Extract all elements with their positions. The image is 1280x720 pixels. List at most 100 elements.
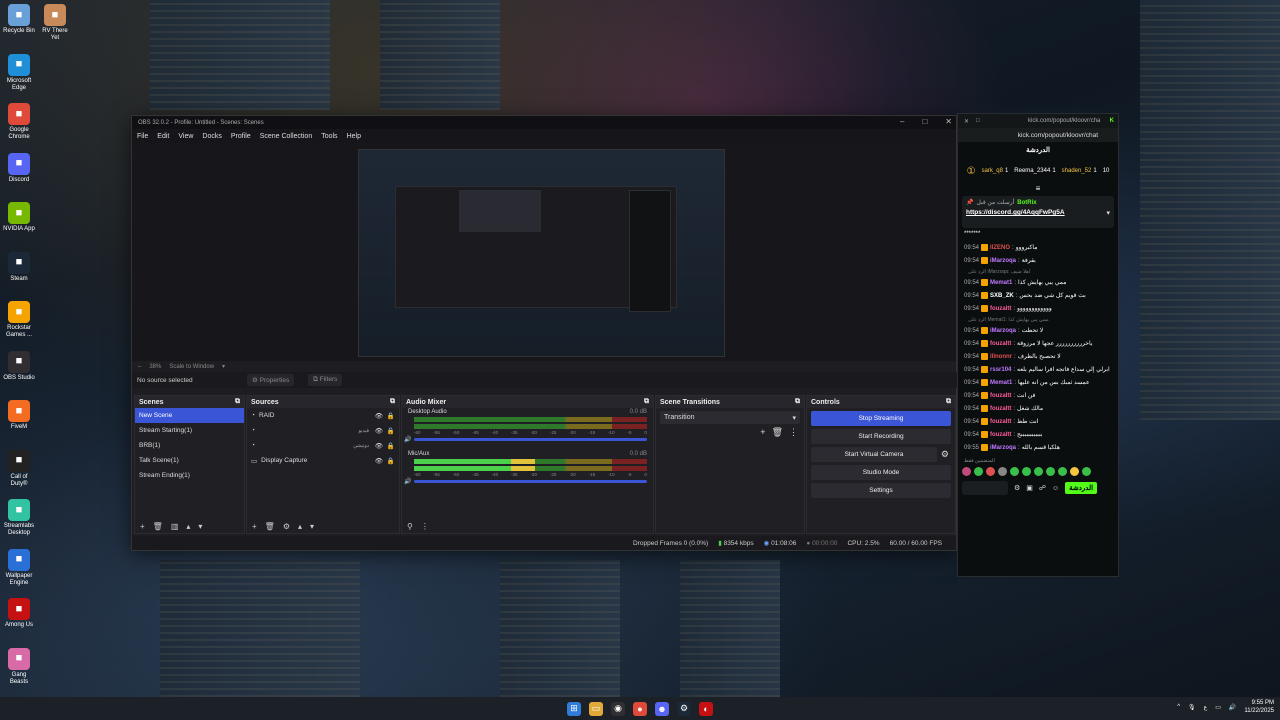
scene-item[interactable]: Stream Ending(1) <box>135 468 244 483</box>
trash-icon[interactable]: 🗑 <box>772 427 783 438</box>
file-explorer-icon[interactable]: ▭ <box>589 701 603 716</box>
obs-titlebar[interactable]: OBS 32.0.2 - Profile: Untitled - Scenes:… <box>132 116 956 129</box>
mic-icon[interactable]: 🎙 <box>1188 704 1196 711</box>
stop-streaming-button[interactable]: Stop Streaming <box>811 411 951 426</box>
chat-message[interactable]: 09:54 Memat1: ممي يبي بهايش كذا <box>958 276 1118 289</box>
message-user[interactable]: rssr104 <box>990 367 1011 373</box>
close-icon[interactable]: ✕ <box>945 117 952 126</box>
message-user[interactable]: fouzaltt <box>990 341 1011 347</box>
message-user[interactable]: iMarzoqa <box>990 258 1016 264</box>
desktop-icon[interactable]: ■ Google Chrome <box>2 103 36 141</box>
app-icon[interactable]: ◐ <box>699 701 713 716</box>
clock[interactable]: 9:55 PM 11/22/2025 <box>1244 699 1274 715</box>
pinned-user[interactable]: BotRix <box>1017 200 1036 206</box>
close-icon[interactable]: ✕ <box>964 118 969 125</box>
speaker-icon[interactable]: 🔊 <box>404 478 411 485</box>
chat-message[interactable]: 09:54 llZENO: ماكبرووو <box>958 241 1118 254</box>
emote-icon[interactable] <box>998 467 1007 476</box>
pinned-link[interactable]: https://discord.gg/4AqqFwPg5A <box>966 209 1065 217</box>
message-user[interactable]: Memat1 <box>990 380 1012 386</box>
message-user[interactable]: fouzaltt <box>990 393 1011 399</box>
lock-icon[interactable]: 🔒 <box>387 427 395 435</box>
visibility-icon[interactable]: 👁 <box>375 412 383 420</box>
desktop-icon[interactable]: ■ Steam <box>2 251 36 283</box>
emote-icon[interactable] <box>1058 467 1067 476</box>
emote-icon[interactable] <box>962 467 971 476</box>
settings-button[interactable]: Settings <box>811 483 951 498</box>
chat-message[interactable]: 09:54 fouzaltt: ياخرررررررررر عجها لا مرزو… <box>958 337 1118 350</box>
trash-icon[interactable]: 🗑 <box>265 522 275 531</box>
emote-icon[interactable] <box>1070 467 1079 476</box>
network-icon[interactable]: ▭ <box>1215 704 1221 711</box>
emote-icon[interactable] <box>1010 467 1019 476</box>
chrome-icon[interactable]: ● <box>633 701 647 716</box>
visibility-icon[interactable]: 👁 <box>375 442 383 450</box>
chat-message[interactable]: 09:54 iMarzoqa: لا تحطت <box>958 324 1118 337</box>
filters-button[interactable]: ⧉ Filters <box>308 374 343 386</box>
chat-message[interactable]: 09:54 fouzaltt: انت طظ <box>958 415 1118 428</box>
desktop-icon[interactable]: ■ Gang Beasts <box>2 647 36 686</box>
start-recording-button[interactable]: Start Recording <box>811 429 951 444</box>
source-item[interactable]: ◔ RAID 👁 🔒 <box>247 408 399 423</box>
scene-item[interactable]: BRB(1) <box>135 438 244 453</box>
menu-item[interactable]: Help <box>347 133 361 140</box>
desktop-icon[interactable]: ■ FiveM <box>2 400 36 431</box>
lock-icon[interactable]: 🔒 <box>387 457 395 465</box>
source-item[interactable]: ◔ فيديو 👁 🔒 <box>247 423 399 438</box>
chat-message[interactable]: 09:54 rssr104: ابرلي إلي سداع فاتجه افرا س… <box>958 363 1118 376</box>
volume-icon[interactable]: 🔊 <box>1229 704 1236 711</box>
start-icon[interactable]: ⊞ <box>567 701 581 716</box>
trash-icon[interactable]: 🗑 <box>153 522 163 531</box>
desktop-icon[interactable]: ■ Wallpaper Engine <box>2 548 36 587</box>
dock-popout-icon[interactable]: ⧉ <box>390 398 395 406</box>
link-icon[interactable]: ⚲ <box>407 522 413 531</box>
start-virtual-camera-button[interactable]: Start Virtual Camera <box>811 447 937 462</box>
zoom-minus-icon[interactable]: – <box>138 364 141 370</box>
lock-icon[interactable]: 🔒 <box>387 412 395 420</box>
properties-button[interactable]: ⚙ Properties <box>247 374 295 386</box>
message-user[interactable]: fouzaltt <box>990 406 1011 412</box>
menu-item[interactable]: Scene Collection <box>260 133 313 140</box>
chat-message[interactable]: 09:54 SXB_ZK: بث قويم كل شي ضد بحس <box>958 289 1118 302</box>
emoji-icon[interactable]: ☺ <box>1052 485 1059 492</box>
maximize-icon[interactable]: □ <box>922 117 927 126</box>
gear-icon[interactable]: ⚙ <box>283 522 290 531</box>
zoom-level[interactable]: 38% <box>149 364 161 370</box>
scale-mode[interactable]: Scale to Window <box>169 364 214 370</box>
send-button[interactable]: الدردشة <box>1065 482 1098 494</box>
pinned-message[interactable]: 📌 أرسلت من قبل BotRix https://discord.gg… <box>962 196 1114 228</box>
minimize-icon[interactable]: – <box>900 117 904 126</box>
message-user[interactable]: Memat1 <box>990 280 1012 286</box>
minimize-icon[interactable]: □ <box>976 118 980 124</box>
desktop-icon[interactable]: ■ Streamlabs Desktop <box>2 499 36 537</box>
source-item[interactable]: ▭ Display Capture 👁 🔒 <box>247 453 399 468</box>
chat-message[interactable]: 09:55 iMarzoqa: هلكيا قسم بالله <box>958 441 1118 454</box>
chat-input[interactable] <box>962 481 1008 495</box>
speaker-icon[interactable]: 🔊 <box>404 436 411 443</box>
stream-preview[interactable] <box>358 149 725 357</box>
chat-titlebar[interactable]: ✕ □ kick.com/popout/kloovr/cha K <box>958 114 1118 128</box>
emote-icon[interactable] <box>1082 467 1091 476</box>
add-icon[interactable]: + <box>760 427 765 438</box>
message-user[interactable]: SXB_ZK <box>990 293 1014 299</box>
desktop-icon[interactable]: ■ Discord <box>2 152 36 184</box>
message-user[interactable]: iMarzoqa <box>990 445 1016 451</box>
top-chatter[interactable]: Reema_2344 1 <box>1014 168 1055 174</box>
gear-icon[interactable]: ⚙ <box>941 449 949 460</box>
menu-item[interactable]: Tools <box>321 133 337 140</box>
desktop-icon[interactable]: ■ Rockstar Games ... <box>2 301 36 339</box>
discord-icon[interactable]: ☻ <box>655 701 669 716</box>
menu-item[interactable]: File <box>137 133 148 140</box>
desktop-icon[interactable]: ■ NVIDIA App <box>2 202 36 233</box>
emote-icon[interactable] <box>1022 467 1031 476</box>
desktop-icon[interactable]: ■ OBS Studio <box>2 350 36 382</box>
filter-icon[interactable]: ▥ <box>171 522 179 531</box>
chat-url[interactable]: kick.com/popout/kloovr/chat <box>958 128 1118 142</box>
visibility-icon[interactable]: 👁 <box>375 457 383 465</box>
message-user[interactable]: fouzaltt <box>990 306 1011 312</box>
source-item[interactable]: ◔ دونيشن 👁 🔒 <box>247 438 399 453</box>
people-icon[interactable]: ☍ <box>1039 484 1046 492</box>
chat-message[interactable]: 09:54 fouzaltt: مالك شغل <box>958 402 1118 415</box>
scene-item[interactable]: Talk Scene(1) <box>135 453 244 468</box>
chevron-down-icon[interactable]: ▾ <box>222 363 225 370</box>
